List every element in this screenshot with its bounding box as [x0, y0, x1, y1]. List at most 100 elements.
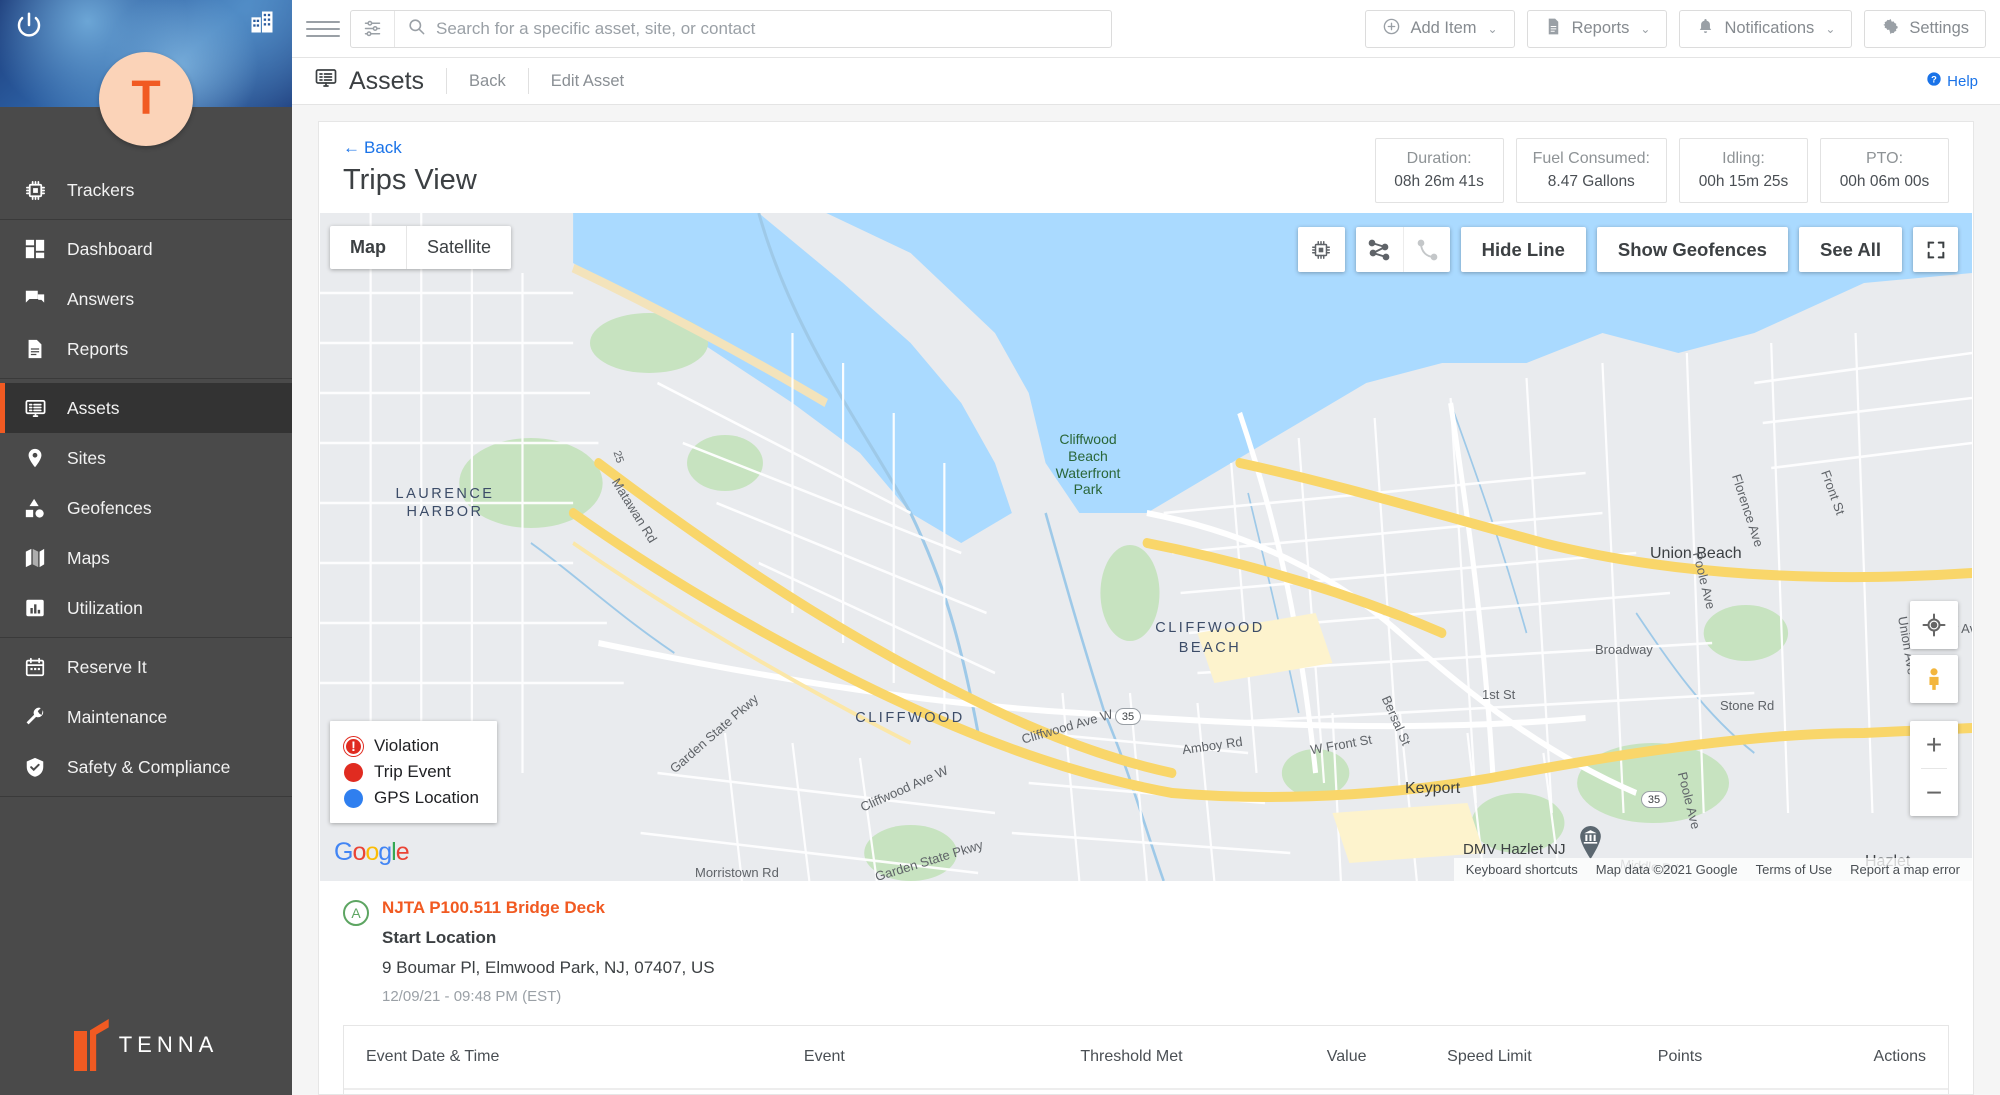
legend-label: GPS Location: [374, 788, 479, 807]
avatar[interactable]: T: [99, 52, 193, 146]
hamburger-icon[interactable]: [306, 12, 340, 46]
gps-location-icon: [344, 788, 363, 808]
report-map-error-link[interactable]: Report a map error: [1850, 862, 1960, 877]
top-toolbar: Add Item ⌄ Reports ⌄: [292, 0, 2000, 58]
fullscreen-icon[interactable]: [1913, 227, 1958, 272]
sidebar-item-maintenance[interactable]: Maintenance: [0, 692, 292, 742]
route-style-group: [1355, 227, 1450, 272]
col-actions: Actions: [1777, 1026, 1948, 1090]
building-icon[interactable]: [248, 8, 276, 36]
violation-icon: !: [344, 736, 363, 756]
cell-points: –: [1648, 1089, 1778, 1094]
pegman-street-view-icon[interactable]: [1910, 655, 1958, 703]
search-icon: [407, 17, 426, 41]
bell-icon: [1696, 17, 1715, 41]
col-event-date-time[interactable]: Event Date & Time: [344, 1026, 794, 1090]
map-legend: ! Violation Trip Event GPS Location: [330, 721, 497, 823]
stat-value: 8.47 Gallons: [1547, 173, 1635, 190]
back-link-label: Back: [364, 138, 402, 157]
sidebar-item-maps[interactable]: Maps: [0, 533, 292, 583]
sidebar-item-label: Dashboard: [67, 238, 153, 259]
power-icon[interactable]: [14, 10, 44, 40]
tab-back[interactable]: Back: [447, 72, 528, 91]
google-logo-o1: o: [352, 838, 366, 866]
sidebar: T Trackers Dashboard Answers Reports Ass…: [0, 0, 292, 1095]
search-input[interactable]: [436, 18, 1099, 39]
col-speed-limit[interactable]: Speed Limit: [1437, 1026, 1648, 1090]
map-controls: Hide Line Show Geofences See All: [1297, 227, 1958, 272]
location-timestamp: 12/09/21 - 09:48 PM (EST): [382, 988, 562, 1005]
location-marker-a: A: [343, 900, 369, 926]
col-event[interactable]: Event: [793, 1026, 1071, 1090]
stat-label: PTO:: [1865, 150, 1904, 167]
sidebar-item-label: Reports: [67, 338, 129, 359]
document-icon: [1544, 17, 1563, 41]
legend-label: Violation: [374, 736, 439, 755]
google-logo-o2: o: [365, 838, 379, 866]
tab-edit-asset[interactable]: Edit Asset: [529, 72, 646, 91]
tenna-logo-text: TENNA: [118, 1032, 219, 1057]
settings-button[interactable]: Settings: [1864, 9, 1986, 48]
keyboard-shortcuts-link[interactable]: Keyboard shortcuts: [1466, 862, 1578, 877]
sidebar-item-sites[interactable]: Sites: [0, 433, 292, 483]
cell-event-date-time: 12/09/21 - 09:49 PM (EST): [344, 1089, 794, 1094]
cell-threshold-met: –: [1070, 1089, 1316, 1094]
sidebar-item-trackers[interactable]: Trackers: [0, 165, 292, 215]
location-address: 9 Boumar Pl, Elmwood Park, NJ, 07407, US: [382, 958, 715, 977]
asset-name-link[interactable]: NJTA P100.511 Bridge Deck: [382, 898, 715, 918]
map-type-map[interactable]: Map: [330, 226, 406, 269]
sidebar-item-assets[interactable]: Assets: [0, 383, 292, 433]
route-line-icon[interactable]: [1356, 227, 1403, 272]
legend-item-gps-location: GPS Location: [344, 785, 479, 811]
trips-header: ← Back Trips View Duration: 08h 26m 41s …: [319, 122, 1973, 213]
terms-of-use-link[interactable]: Terms of Use: [1756, 862, 1833, 877]
col-value[interactable]: Value: [1316, 1026, 1438, 1090]
google-logo: Google: [334, 838, 410, 867]
filter-sliders-icon[interactable]: [351, 10, 395, 47]
sidebar-item-geofences[interactable]: Geofences: [0, 483, 292, 533]
main-area: Add Item ⌄ Reports ⌄: [292, 0, 2000, 1095]
zoom-in-icon[interactable]: +: [1910, 721, 1958, 768]
show-geofences-button[interactable]: Show Geofences: [1596, 227, 1788, 272]
route-curve-icon[interactable]: [1402, 227, 1450, 272]
map-data-text: Map data ©2021 Google: [1595, 862, 1738, 877]
trip-map[interactable]: LAURENCE HARBOR Cliffwood Beach Waterfront P…: [320, 213, 1972, 881]
zoom-controls: + −: [1910, 721, 1958, 816]
sidebar-item-dashboard[interactable]: Dashboard: [0, 224, 292, 274]
back-arrow-icon: ←: [343, 138, 360, 157]
settings-label: Settings: [1909, 19, 1969, 37]
stat-label: Idling:: [1722, 150, 1765, 167]
sidebar-item-answers[interactable]: Answers: [0, 274, 292, 324]
sidebar-item-reserve-it[interactable]: Reserve It: [0, 642, 292, 692]
col-threshold-met[interactable]: Threshold Met: [1070, 1026, 1317, 1090]
sidebar-group-4: Reserve It Maintenance Safety & Complian…: [0, 638, 292, 797]
my-location-icon[interactable]: [1910, 601, 1958, 649]
sidebar-item-reports[interactable]: Reports: [0, 324, 292, 374]
tracker-chip-icon[interactable]: [1298, 227, 1345, 272]
svg-text:?: ?: [1931, 74, 1937, 84]
bank-icon: [1580, 826, 1601, 859]
my-location-button[interactable]: [1910, 601, 1958, 649]
sidebar-item-label: Sites: [67, 447, 106, 468]
page-header: Assets Back Edit Asset ? Help: [292, 58, 2000, 105]
sidebar-item-utilization[interactable]: Utilization: [0, 583, 292, 633]
back-link[interactable]: ← Back: [343, 138, 402, 158]
cell-actions: [1778, 1089, 1948, 1094]
pegman-button[interactable]: [1910, 655, 1958, 703]
hide-line-button[interactable]: Hide Line: [1460, 227, 1586, 272]
col-points[interactable]: Points: [1647, 1026, 1778, 1090]
events-table-container: Event Date & Time Event Threshold Met Va…: [343, 1025, 1949, 1094]
sidebar-item-safety-compliance[interactable]: Safety & Compliance: [0, 742, 292, 792]
reports-button[interactable]: Reports ⌄: [1526, 9, 1668, 48]
notifications-button[interactable]: Notifications ⌄: [1679, 9, 1853, 48]
tracker-chip-button[interactable]: [1297, 227, 1345, 272]
help-link[interactable]: ? Help: [1926, 71, 1978, 91]
add-item-button[interactable]: Add Item ⌄: [1365, 9, 1515, 48]
table-row[interactable]: 12/09/21 - 09:49 PM (EST) Tracker: PTO O…: [344, 1089, 1948, 1094]
map-type-satellite[interactable]: Satellite: [407, 226, 511, 269]
zoom-out-icon[interactable]: −: [1910, 769, 1958, 816]
stat-idling: Idling: 00h 15m 25s: [1679, 138, 1808, 203]
help-label: Help: [1947, 72, 1978, 90]
see-all-button[interactable]: See All: [1798, 227, 1902, 272]
search-bar: [350, 9, 1112, 48]
